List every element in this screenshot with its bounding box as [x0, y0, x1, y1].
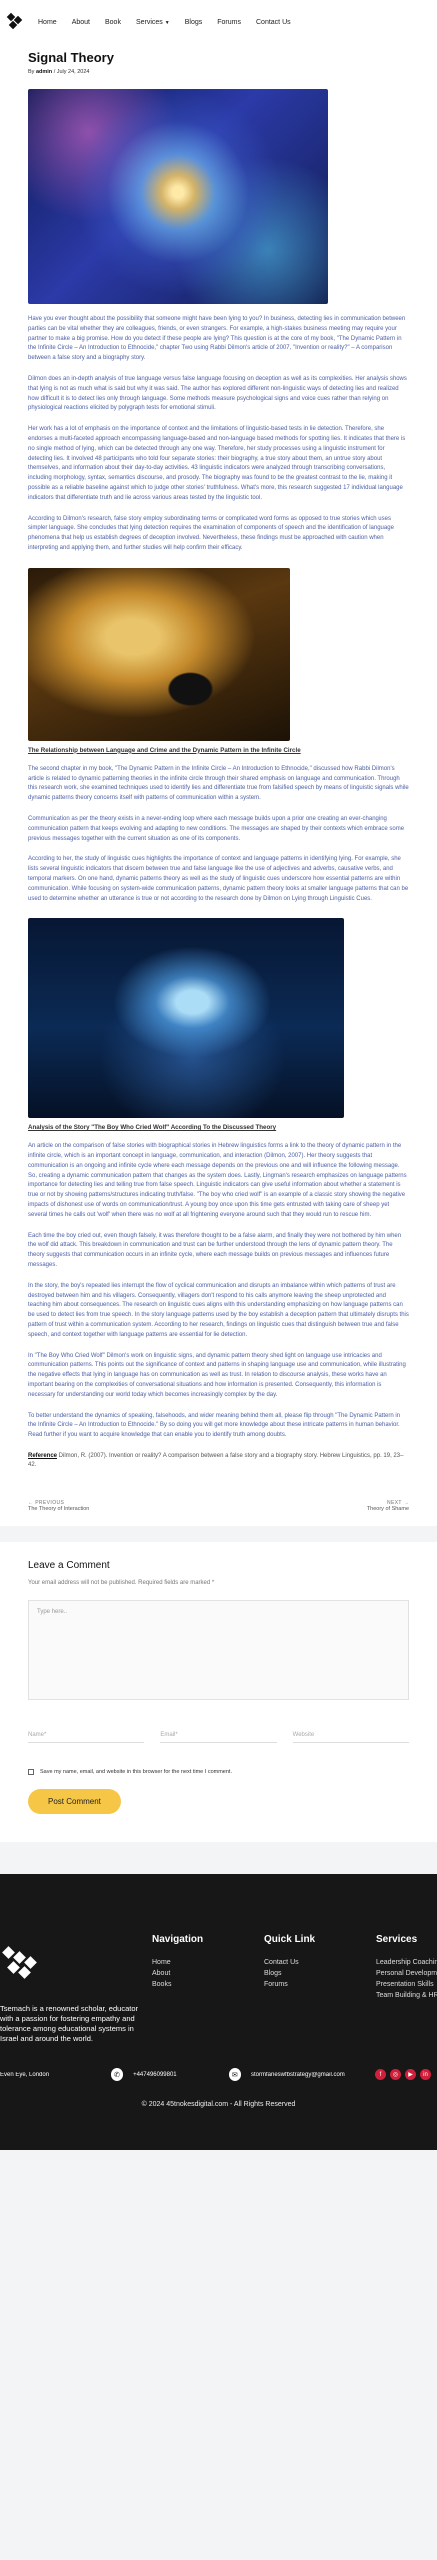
post-comment-button[interactable]: Post Comment [28, 1789, 121, 1815]
website-field[interactable]: Website [292, 1728, 409, 1744]
paragraph: An article on the comparison of false st… [28, 1143, 407, 1218]
footer-link[interactable]: Presentation Skills [376, 1979, 437, 1990]
post-date: July 24, 2024 [56, 69, 90, 75]
footer-col-title: Navigation [152, 1934, 204, 1946]
consent-row: Save my name, email, and website in this… [28, 1769, 409, 1776]
next-title: Theory of Shame [366, 1506, 409, 1513]
nav-book[interactable]: Book [105, 19, 121, 26]
footer-link[interactable]: Books [152, 1979, 260, 1990]
footer: Tsemach is a renowned scholar, educator … [0, 1874, 437, 2151]
reference-text: Dilmon, R. (2007). Invention or reality?… [28, 1453, 404, 1469]
footer-link[interactable]: Contact Us [264, 1957, 372, 1968]
footer-link[interactable]: Blogs [264, 1968, 372, 1979]
paragraph: Dilmon does an in-depth analysis of true… [28, 375, 407, 412]
footer-about: Tsemach is a renowned scholar, educator … [0, 1894, 148, 2044]
instagram-icon[interactable]: ◎ [390, 2069, 402, 2081]
name-field[interactable]: Name* [28, 1728, 145, 1744]
nav-services[interactable]: Services ▼ [136, 19, 170, 26]
address: Even Eye, London [0, 2071, 50, 2078]
paragraph: In the story, the boy's repeated lies in… [28, 1282, 409, 1338]
mail-icon: ✉ [228, 2068, 241, 2082]
footer-columns: Tsemach is a renowned scholar, educator … [0, 1894, 437, 2044]
footer-link[interactable]: Leadership Coaching [376, 1957, 437, 1968]
section-heading: Analysis of the Story "The Boy Who Cried… [28, 1124, 277, 1132]
paragraph: Her work has a lot of emphasis on the im… [28, 426, 406, 501]
paragraph: According to Dilmon's research, false st… [28, 515, 394, 551]
youtube-icon[interactable]: ▶ [405, 2069, 417, 2081]
post-navigation: ← PREVIOUS The Theory of Interaction NEX… [28, 1500, 409, 1526]
article: Signal Theory By admin / July 24, 2024 H… [0, 44, 437, 1527]
site-logo-icon[interactable] [6, 12, 24, 30]
next-post-link[interactable]: NEXT → Theory of Shame [367, 1500, 409, 1512]
footer-link[interactable]: Personal Development [376, 1968, 437, 1979]
paragraph: Have you ever thought about the possibil… [28, 316, 406, 362]
featured-image [28, 89, 328, 304]
comment-textarea[interactable]: Type here.. [28, 1600, 409, 1701]
nav-home[interactable]: Home [38, 19, 57, 26]
footer-logo-icon[interactable] [2, 1946, 44, 1982]
comment-note: Your email address will not be published… [28, 1580, 215, 1587]
footer-col-title: Quick Link [264, 1934, 316, 1946]
consent-label: Save my name, email, and website in this… [40, 1769, 232, 1776]
footer-about-text: Tsemach is a renowned scholar, educator … [0, 2004, 138, 2044]
paragraph: To better understand the dynamics of spe… [28, 1412, 401, 1439]
main-nav: Home About Book Services ▼ Blogs Forums C… [38, 19, 291, 26]
previous-title: The Theory of Interaction [28, 1506, 90, 1513]
email-field[interactable]: Email* [160, 1728, 277, 1744]
social-icons: f ◎ ▶ in [375, 2069, 432, 2081]
brain-image [28, 918, 344, 1119]
section-heading: The Relationship between Language and Cr… [28, 746, 301, 754]
footer-link[interactable]: Forums [264, 1979, 372, 1990]
footer-quick-column: Quick Link Contact Us Blogs Forums [260, 1894, 372, 2044]
footer-link[interactable]: Home [152, 1957, 260, 1968]
paragraph: Communication as per the theory exists i… [28, 815, 405, 842]
nav-forums[interactable]: Forums [217, 19, 241, 26]
author-link[interactable]: admin [36, 69, 52, 75]
reference: Reference Dilmon, R. (2007). Invention o… [28, 1452, 409, 1470]
footer-link[interactable]: Team Building & HR [376, 1990, 437, 2001]
phone[interactable]: +447496099801 [133, 2072, 219, 2078]
previous-post-link[interactable]: ← PREVIOUS The Theory of Interaction [28, 1500, 89, 1512]
paragraph: According to her, the study of linguisti… [28, 856, 409, 902]
linkedin-icon[interactable]: in [420, 2069, 432, 2081]
paragraph: In "The Boy Who Cried Wolf" Dilmon's wor… [28, 1352, 406, 1398]
consent-checkbox[interactable] [28, 1769, 34, 1776]
meta-sep: / [53, 69, 56, 75]
paragraph: The second chapter in my book, "The Dyna… [28, 765, 409, 802]
footer-contact: Even Eye, London ✆ +447496099801 ✉ storm… [0, 2068, 437, 2082]
footer-nav-column: Navigation Home About Books [148, 1894, 260, 2044]
footer-col-title: Services [376, 1934, 418, 1946]
phone-icon: ✆ [110, 2068, 124, 2082]
post-meta: By admin / July 24, 2024 [28, 69, 409, 75]
header: Home About Book Services ▼ Blogs Forums C… [0, 0, 437, 44]
email[interactable]: stormfaneswfbstrategy@gmail.com [251, 2072, 365, 2078]
comment-form: Leave a Comment Your email address will … [0, 1542, 437, 1843]
book-magnifier-image [28, 567, 290, 741]
comment-heading: Leave a Comment [28, 1560, 110, 1572]
footer-services-column: Services Leadership Coaching Personal De… [372, 1894, 437, 2044]
paragraph: Each time the boy cried out, even though… [28, 1232, 402, 1269]
comment-fields: Name* Email* Website [28, 1728, 409, 1744]
reference-label: Reference [28, 1453, 58, 1460]
copyright: © 2024 45tnokesdigital.com - All Rights … [141, 2101, 296, 2109]
nav-about[interactable]: About [72, 19, 90, 26]
page-title: Signal Theory [28, 50, 114, 65]
nav-blogs[interactable]: Blogs [185, 19, 203, 26]
nav-services-label: Services [135, 18, 163, 26]
meta-by: By [28, 69, 35, 75]
chevron-down-icon: ▼ [164, 19, 170, 26]
footer-link[interactable]: About [152, 1968, 260, 1979]
nav-contact[interactable]: Contact Us [256, 19, 291, 26]
facebook-icon[interactable]: f [375, 2069, 387, 2081]
